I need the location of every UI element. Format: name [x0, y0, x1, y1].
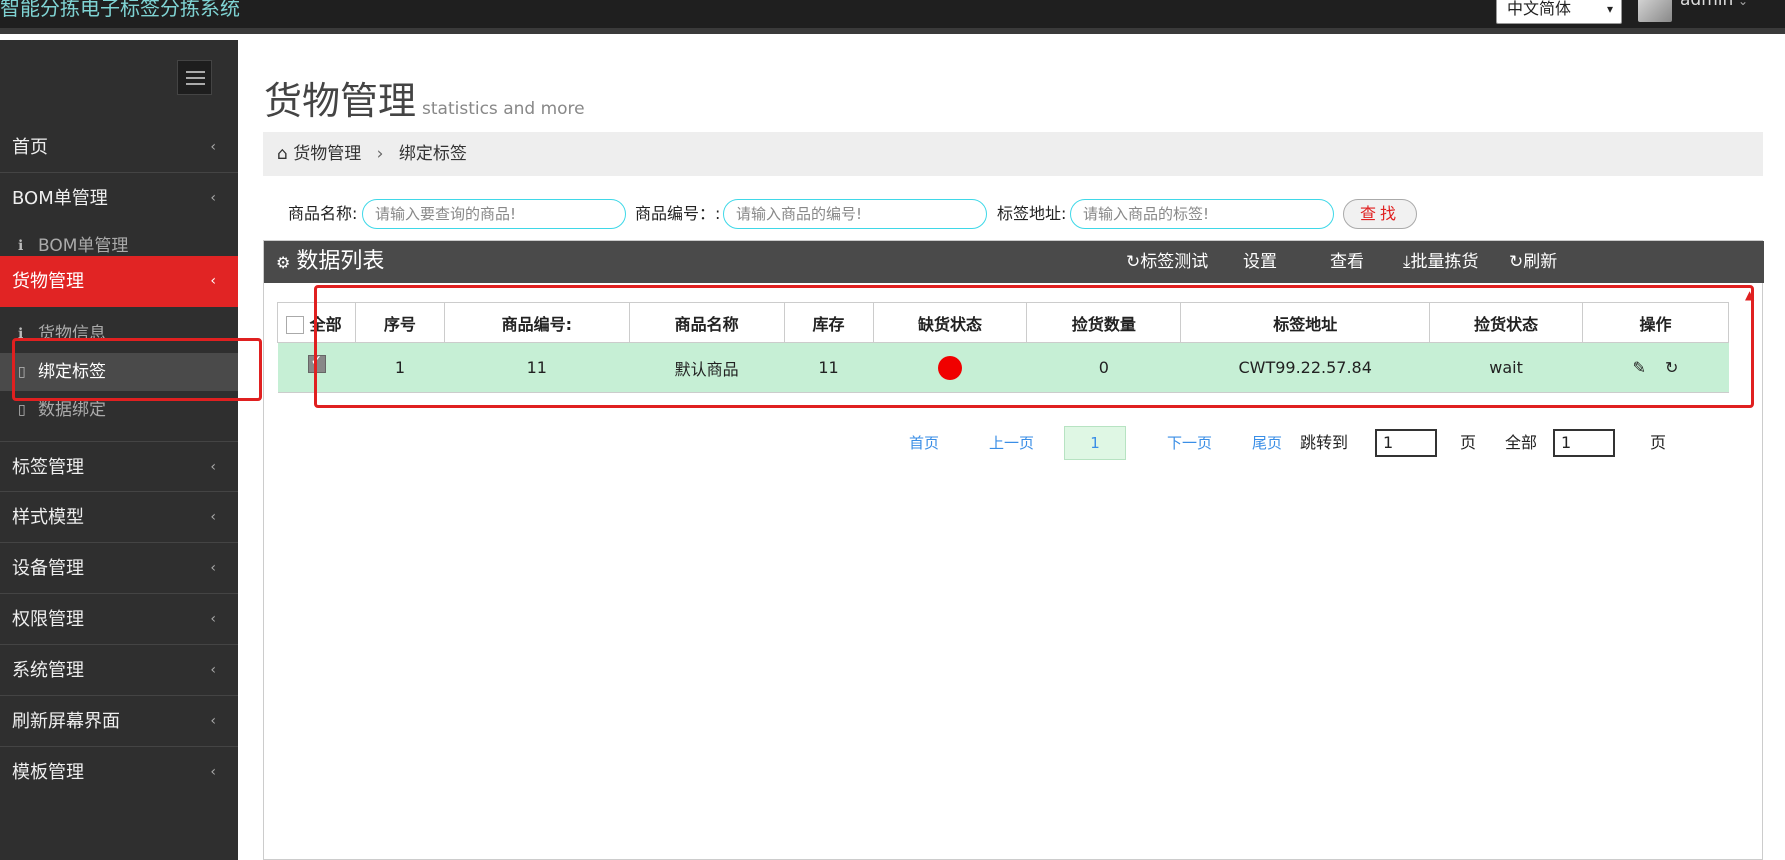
jump-label: 跳转到 [1300, 433, 1349, 452]
breadcrumb-home[interactable]: 货物管理 [293, 144, 361, 164]
page-next-link[interactable]: 下一页 [1167, 426, 1212, 460]
refresh-icon: ↻ [1509, 252, 1524, 272]
breadcrumb-separator-icon: › [376, 144, 384, 164]
highlight-box-table [314, 285, 1754, 408]
search-bar: 商品名称: 请输入要查询的商品! 商品编号：: 请输入商品的编号! 标签地址: … [263, 197, 1763, 231]
sidebar-item-label: 货物管理 [12, 271, 84, 292]
sidebar-item-label: BOM单管理 [12, 188, 108, 209]
sidebar-subitem-label: BOM单管理 [38, 236, 129, 256]
app-title: 智能分拣电子标签分拣系统 [0, 0, 240, 20]
page-prev-link[interactable]: 上一页 [989, 426, 1034, 460]
chevron-left-icon: ‹ [210, 560, 216, 576]
page-subtitle: statistics and more [422, 99, 585, 119]
home-icon[interactable]: ⌂ [277, 144, 288, 164]
sidebar-item-system[interactable]: 系统管理 ‹ [0, 645, 238, 696]
highlight-box-sidebar [12, 338, 262, 401]
goods-name-input[interactable]: 请输入要查询的商品! [362, 199, 626, 229]
sidebar: 首页 ‹ BOM单管理 ‹ ℹ BOM单管理 货物管理 ‹ ℹ 货物信息 ▯ 绑… [0, 40, 238, 860]
chevron-left-icon: ‹ [210, 713, 216, 729]
chevron-left-icon: ‹ [210, 662, 216, 678]
chevron-left-icon: ‹ [210, 190, 216, 206]
top-bar: 智能分拣电子标签分拣系统 中文简体 ▾ admin ⌄ [0, 0, 1785, 34]
sidebar-item-devices[interactable]: 设备管理 ‹ [0, 543, 238, 594]
sidebar-item-goods[interactable]: 货物管理 ‹ [0, 256, 238, 307]
sidebar-item-permissions[interactable]: 权限管理 ‹ [0, 594, 238, 645]
avatar[interactable] [1638, 0, 1672, 22]
sidebar-item-label: 样式模型 [12, 507, 84, 528]
find-button[interactable]: 查找 [1343, 199, 1417, 229]
tag-test-button[interactable]: ↻标签测试 [1126, 241, 1208, 283]
sidebar-item-label: 权限管理 [12, 609, 84, 630]
goods-name-label: 商品名称: [288, 204, 358, 223]
page-first-link[interactable]: 首页 [909, 426, 939, 460]
total-pages-field: 1 [1553, 429, 1615, 457]
breadcrumb-current: 绑定标签 [398, 144, 467, 164]
sidebar-item-label: 设备管理 [12, 558, 84, 579]
sidebar-item-home[interactable]: 首页 ‹ [0, 122, 238, 173]
main-content: 货物管理 statistics and more ⌂ 货物管理 › 绑定标签 商品… [238, 40, 1785, 860]
chevron-down-icon: ▾ [1606, 2, 1613, 16]
goods-code-label: 商品编号：: [635, 204, 721, 223]
settings-button[interactable]: 设置 [1243, 241, 1277, 283]
batch-pick-button[interactable]: ⤓批量拣货 [1403, 241, 1479, 283]
sidebar-item-label: 首页 [12, 137, 48, 158]
tag-address-input[interactable]: 请输入商品的标签! [1070, 199, 1334, 229]
jump-page-input[interactable]: 1 [1375, 429, 1437, 457]
tag-address-label: 标签地址: [997, 204, 1067, 223]
page-title-text: 货物管理 [264, 79, 417, 123]
hamburger-line [186, 83, 205, 85]
language-value: 中文简体 [1507, 0, 1572, 18]
select-all-checkbox[interactable] [286, 316, 304, 334]
cogs-icon: ⚙ [276, 253, 291, 272]
download-icon: ⤓ [1403, 252, 1411, 272]
tag-test-label: 标签测试 [1140, 252, 1209, 272]
sidebar-item-style-models[interactable]: 样式模型 ‹ [0, 492, 238, 543]
sidebar-item-templates[interactable]: 模板管理 ‹ [0, 747, 238, 798]
sidebar-item-label: 刷新屏幕界面 [12, 711, 120, 732]
breadcrumb: ⌂ 货物管理 › 绑定标签 [263, 132, 1763, 176]
chevron-left-icon: ‹ [210, 509, 216, 525]
panel-title: ⚙ 数据列表 [276, 241, 384, 284]
refresh-icon: ↻ [1126, 252, 1141, 272]
panel-title-text: 数据列表 [296, 249, 385, 274]
total-label: 全部 [1505, 433, 1538, 452]
page-current[interactable]: 1 [1064, 426, 1126, 460]
chevron-left-icon: ‹ [210, 611, 216, 627]
sidebar-item-label: 标签管理 [12, 457, 84, 478]
chevron-left-icon: ‹ [210, 139, 216, 155]
refresh-label: 刷新 [1523, 252, 1558, 272]
chevron-down-icon[interactable]: ⌄ [1738, 0, 1748, 8]
sidebar-item-bom[interactable]: BOM单管理 ‹ [0, 173, 238, 224]
refresh-button[interactable]: ↻刷新 [1509, 241, 1557, 283]
batch-pick-label: 批量拣货 [1410, 252, 1479, 272]
page-last-link[interactable]: 尾页 [1252, 426, 1282, 460]
page-unit-label: 页 [1460, 433, 1477, 452]
scroll-up-icon[interactable]: ▲ [1745, 288, 1754, 302]
goods-code-input[interactable]: 请输入商品的编号! [723, 199, 987, 229]
sidebar-item-label: 模板管理 [12, 762, 84, 783]
panel-header: ⚙ 数据列表 ↻标签测试 设置 查看 ⤓批量拣货 ↻刷新 [264, 241, 1764, 283]
page-title: 货物管理 statistics and more [264, 70, 585, 125]
sidebar-item-refresh-screen[interactable]: 刷新屏幕界面 ‹ [0, 696, 238, 747]
menu-toggle-button[interactable] [177, 60, 212, 95]
language-select[interactable]: 中文简体 ▾ [1496, 0, 1622, 24]
chevron-left-icon: ‹ [210, 764, 216, 780]
hamburger-line [186, 71, 205, 73]
sidebar-item-label: 系统管理 [12, 660, 84, 681]
sidebar-subitem-label: 数据绑定 [38, 400, 106, 420]
hamburger-line [186, 77, 205, 79]
total-unit-label: 页 [1650, 433, 1667, 452]
pagination: 首页 上一页 1 下一页 尾页 跳转到 1 页 全部 1 页 [264, 426, 1764, 460]
chevron-left-icon: ‹ [210, 273, 216, 289]
chevron-left-icon: ‹ [210, 459, 216, 475]
view-button[interactable]: 查看 [1330, 241, 1364, 283]
sidebar-item-tags[interactable]: 标签管理 ‹ [0, 441, 238, 492]
username[interactable]: admin [1680, 0, 1733, 10]
